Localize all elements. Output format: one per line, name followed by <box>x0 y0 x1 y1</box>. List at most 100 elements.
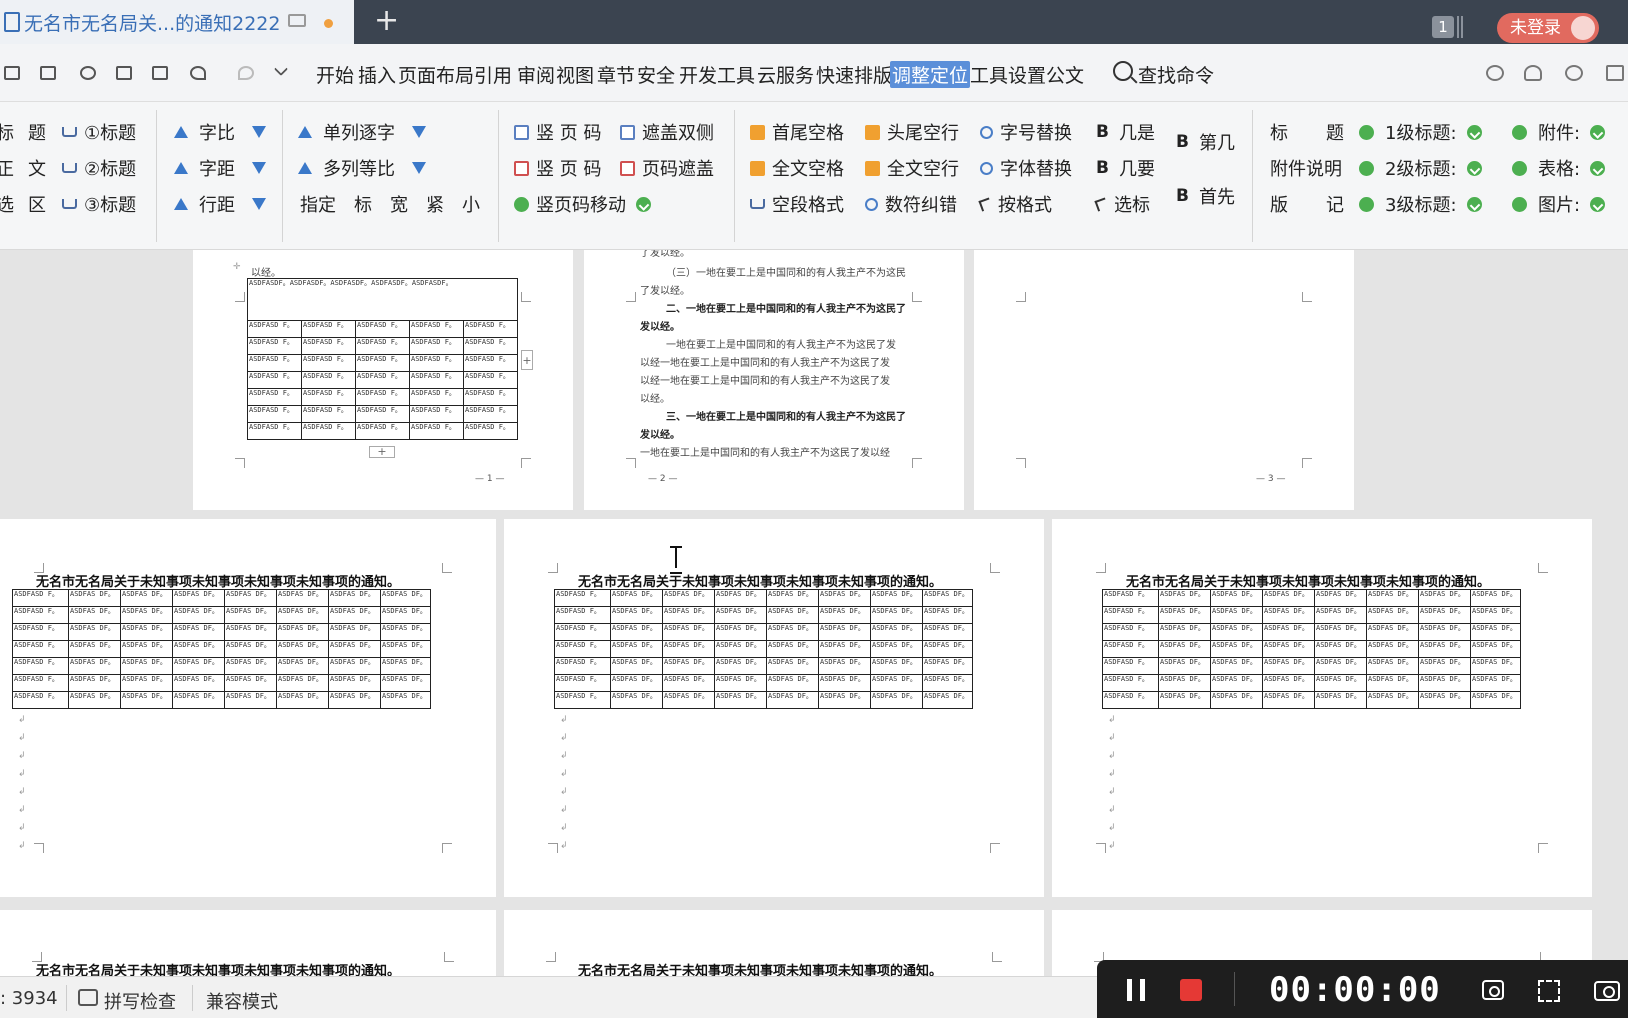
move-table-handle-icon[interactable]: ✛ <box>233 262 241 272</box>
table-cell[interactable]: ASDFAS DF。 <box>1366 691 1419 709</box>
table-cell[interactable]: ASDFAS DF。 <box>224 691 277 709</box>
table-cell[interactable]: ASDFAS DF。 <box>1210 589 1263 607</box>
table-cell[interactable]: ASDFAS DF。 <box>610 606 663 624</box>
table-cell[interactable]: ASDFAS DF。 <box>870 640 923 658</box>
attachment-level-1[interactable]: 表格: <box>1512 155 1612 181</box>
add-column-button[interactable]: + <box>521 350 533 370</box>
table-cell[interactable]: ASDFAS DF。 <box>1158 623 1211 641</box>
table-cell[interactable]: ASDFAS DF。 <box>818 691 871 709</box>
cleanup-button-2-3[interactable]: 选标 <box>1094 191 1150 217</box>
page1-table[interactable]: ASDFASDF。ASDFASDF。ASDFASDF。ASDFASDF。ASDF… <box>247 278 518 440</box>
table-cell[interactable]: ASDFAS DF。 <box>1262 657 1315 675</box>
spacing-control-2[interactable]: 行距 <box>174 191 273 217</box>
table-cell[interactable]: ASDFAS DF。 <box>1158 657 1211 675</box>
table-cell[interactable]: ASDFASD F。 <box>247 388 302 406</box>
table-cell[interactable]: ASDFAS DF。 <box>276 657 329 675</box>
table-cell[interactable]: ASDFAS DF。 <box>172 606 225 624</box>
doc-part-left-2[interactable]: 版 <box>1270 191 1288 217</box>
table-cell[interactable]: ASDFAS DF。 <box>68 674 121 692</box>
heading-style-left-1[interactable]: 正 <box>0 155 14 181</box>
table-cell[interactable]: ASDFAS DF。 <box>922 589 973 607</box>
table-cell[interactable]: ASDFAS DF。 <box>818 674 871 692</box>
table-cell[interactable]: ASDFAS DF。 <box>172 589 225 607</box>
table-cell[interactable]: ASDFASD F。 <box>1102 657 1159 675</box>
table-cell[interactable]: ASDFAS DF。 <box>224 657 277 675</box>
table-cell[interactable]: ASDFAS DF。 <box>870 674 923 692</box>
attach-next-icon[interactable] <box>1590 160 1606 176</box>
table-cell[interactable]: ASDFASD F。 <box>409 337 464 355</box>
cleanup-button-2-0[interactable]: 空段格式 <box>750 191 844 217</box>
table-cell[interactable]: ASDFASD F。 <box>355 405 410 423</box>
table-cell[interactable]: ASDFAS DF。 <box>328 640 381 658</box>
table-cell[interactable]: ASDFAS DF。 <box>714 623 767 641</box>
spacing-control-0[interactable]: 字比 <box>174 119 273 145</box>
doc-part-left-0[interactable]: 标 <box>1270 119 1288 145</box>
cleanup-button-1-0[interactable]: 全文空格 <box>750 155 844 181</box>
menu-item-12[interactable]: 工具设置 <box>970 61 1046 88</box>
decrease-icon[interactable] <box>252 126 266 138</box>
table-cell[interactable]: ASDFASD F。 <box>463 388 518 406</box>
table-cell[interactable]: ASDFAS DF。 <box>766 691 819 709</box>
level-prev-icon[interactable] <box>1359 124 1374 140</box>
menu-item-9[interactable]: 云服务 <box>757 61 814 88</box>
table-cell[interactable]: ASDFAS DF。 <box>1314 589 1367 607</box>
table-cell[interactable]: ASDFASD F。 <box>301 320 356 338</box>
monitor-icon[interactable] <box>288 14 306 27</box>
table-cell[interactable]: ASDFASD F。 <box>409 388 464 406</box>
table-cell[interactable]: ASDFASD F。 <box>463 354 518 372</box>
table-cell[interactable]: ASDFASD F。 <box>247 354 302 372</box>
table-cell[interactable]: ASDFAS DF。 <box>224 623 277 641</box>
table-cell[interactable]: ASDFAS DF。 <box>276 589 329 607</box>
table-cell[interactable]: ASDFAS DF。 <box>1418 589 1471 607</box>
page-number-d-button[interactable]: 页码遮盖 <box>620 155 714 181</box>
table-cell[interactable]: ASDFAS DF。 <box>172 623 225 641</box>
table-cell[interactable]: ASDFAS DF。 <box>766 606 819 624</box>
table-cell[interactable]: ASDFASD F。 <box>554 640 611 658</box>
level-prev-icon[interactable] <box>1359 160 1374 176</box>
table-cell[interactable]: ASDFASD F。 <box>301 337 356 355</box>
table-cell[interactable]: ASDFASD F。 <box>355 320 410 338</box>
table-cell[interactable]: ASDFAS DF。 <box>1262 606 1315 624</box>
table-cell[interactable]: ASDFAS DF。 <box>120 640 173 658</box>
table-cell[interactable]: ASDFAS DF。 <box>276 623 329 641</box>
table-cell[interactable]: ASDFAS DF。 <box>276 640 329 658</box>
move-page-number-button[interactable]: 竖页码移动 <box>514 191 658 217</box>
stop-record-icon[interactable] <box>1180 979 1202 1001</box>
add-row-button[interactable]: + <box>369 446 395 458</box>
move-right-icon[interactable] <box>636 196 651 212</box>
decrease-icon[interactable] <box>412 126 426 138</box>
menu-item-5[interactable]: 视图 <box>556 61 594 88</box>
table-cell[interactable]: ASDFAS DF。 <box>224 640 277 658</box>
menu-item-7[interactable]: 安全 <box>637 61 675 88</box>
document-canvas[interactable]: 以经。 ✛ ASDFASDF。ASDFASDF。ASDFASDF。ASDFASDF。… <box>0 250 1628 976</box>
table-cell[interactable]: ASDFAS DF。 <box>120 691 173 709</box>
decrease-icon[interactable] <box>412 162 426 174</box>
table-cell[interactable]: ASDFAS DF。 <box>818 640 871 658</box>
table-cell[interactable]: ASDFAS DF。 <box>662 657 715 675</box>
table-cell[interactable]: ASDFAS DF。 <box>714 640 767 658</box>
table-cell[interactable]: ASDFAS DF。 <box>380 674 431 692</box>
table-cell[interactable]: ASDFAS DF。 <box>380 589 431 607</box>
table-cell[interactable]: ASDFASD F。 <box>247 371 302 389</box>
table-cell[interactable]: ASDFAS DF。 <box>662 589 715 607</box>
table-cell[interactable]: ASDFAS DF。 <box>714 674 767 692</box>
screenshot-icon[interactable] <box>1482 980 1504 1000</box>
table-cell[interactable]: ASDFASD F。 <box>1102 606 1159 624</box>
cloud-sync-icon[interactable] <box>1486 65 1504 81</box>
heading-level-button-2[interactable]: ③标题 <box>62 191 136 217</box>
table-cell[interactable]: ASDFAS DF。 <box>224 606 277 624</box>
table-cell[interactable]: ASDFAS DF。 <box>328 623 381 641</box>
attach-next-icon[interactable] <box>1590 124 1606 140</box>
table-cell[interactable]: ASDFAS DF。 <box>766 623 819 641</box>
table-cell[interactable]: ASDFAS DF。 <box>1314 691 1367 709</box>
table-cell[interactable]: ASDFAS DF。 <box>1418 623 1471 641</box>
table-cell[interactable]: ASDFAS DF。 <box>766 657 819 675</box>
table-cell[interactable]: ASDFAS DF。 <box>380 691 431 709</box>
table-cell[interactable]: ASDFAS DF。 <box>610 589 663 607</box>
table-cell[interactable]: ASDFAS DF。 <box>380 640 431 658</box>
decrease-icon[interactable] <box>252 198 266 210</box>
table-cell[interactable]: ASDFAS DF。 <box>610 640 663 658</box>
table-cell[interactable]: ASDFAS DF。 <box>870 691 923 709</box>
table-cell[interactable]: ASDFAS DF。 <box>1366 674 1419 692</box>
table-cell[interactable]: ASDFAS DF。 <box>610 674 663 692</box>
